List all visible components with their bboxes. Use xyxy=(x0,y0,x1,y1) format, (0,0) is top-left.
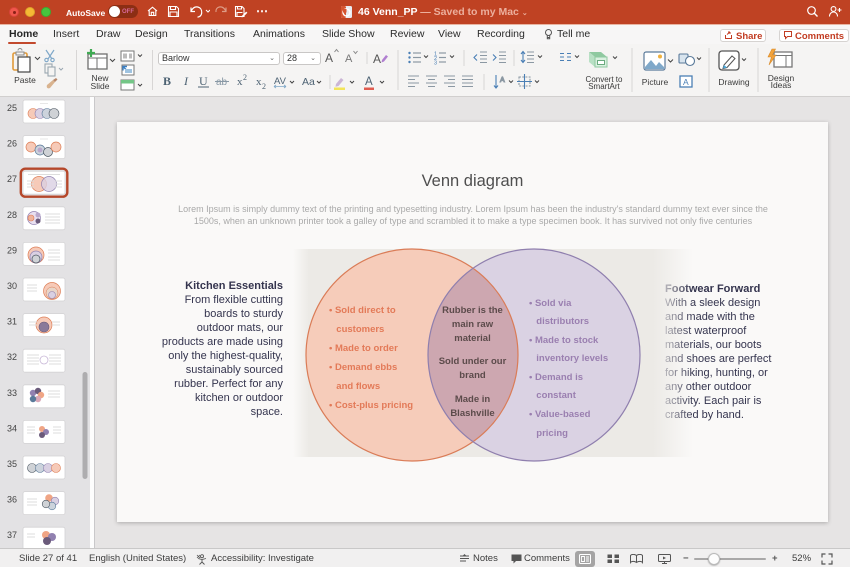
svg-text:A: A xyxy=(365,76,373,88)
svg-text:A: A xyxy=(373,52,381,66)
svg-text:A: A xyxy=(500,77,505,84)
svg-text:33: 33 xyxy=(7,388,17,398)
svg-text:3: 3 xyxy=(434,61,437,67)
svg-text:I: I xyxy=(183,74,189,88)
svg-text:31: 31 xyxy=(7,317,17,327)
svg-text:32: 32 xyxy=(7,352,17,362)
svg-text:A: A xyxy=(683,77,689,87)
svg-text:35: 35 xyxy=(7,459,17,469)
svg-text:ab: ab xyxy=(216,77,228,88)
svg-text:34: 34 xyxy=(7,423,17,433)
svg-text:36: 36 xyxy=(7,495,17,505)
svg-text:30: 30 xyxy=(7,281,17,291)
svg-text:U: U xyxy=(199,74,208,88)
svg-text:29: 29 xyxy=(7,245,17,255)
svg-text:26: 26 xyxy=(7,139,17,149)
svg-text:37: 37 xyxy=(7,530,17,540)
svg-text:A: A xyxy=(325,51,333,65)
svg-text:27: 27 xyxy=(7,174,17,184)
svg-text:25: 25 xyxy=(7,103,17,113)
svg-text:Aa: Aa xyxy=(302,76,315,88)
svg-text:2: 2 xyxy=(243,73,247,82)
svg-text:2: 2 xyxy=(262,82,266,91)
svg-text:B: B xyxy=(163,74,171,88)
svg-text:A: A xyxy=(345,53,353,65)
svg-text:28: 28 xyxy=(7,210,17,220)
